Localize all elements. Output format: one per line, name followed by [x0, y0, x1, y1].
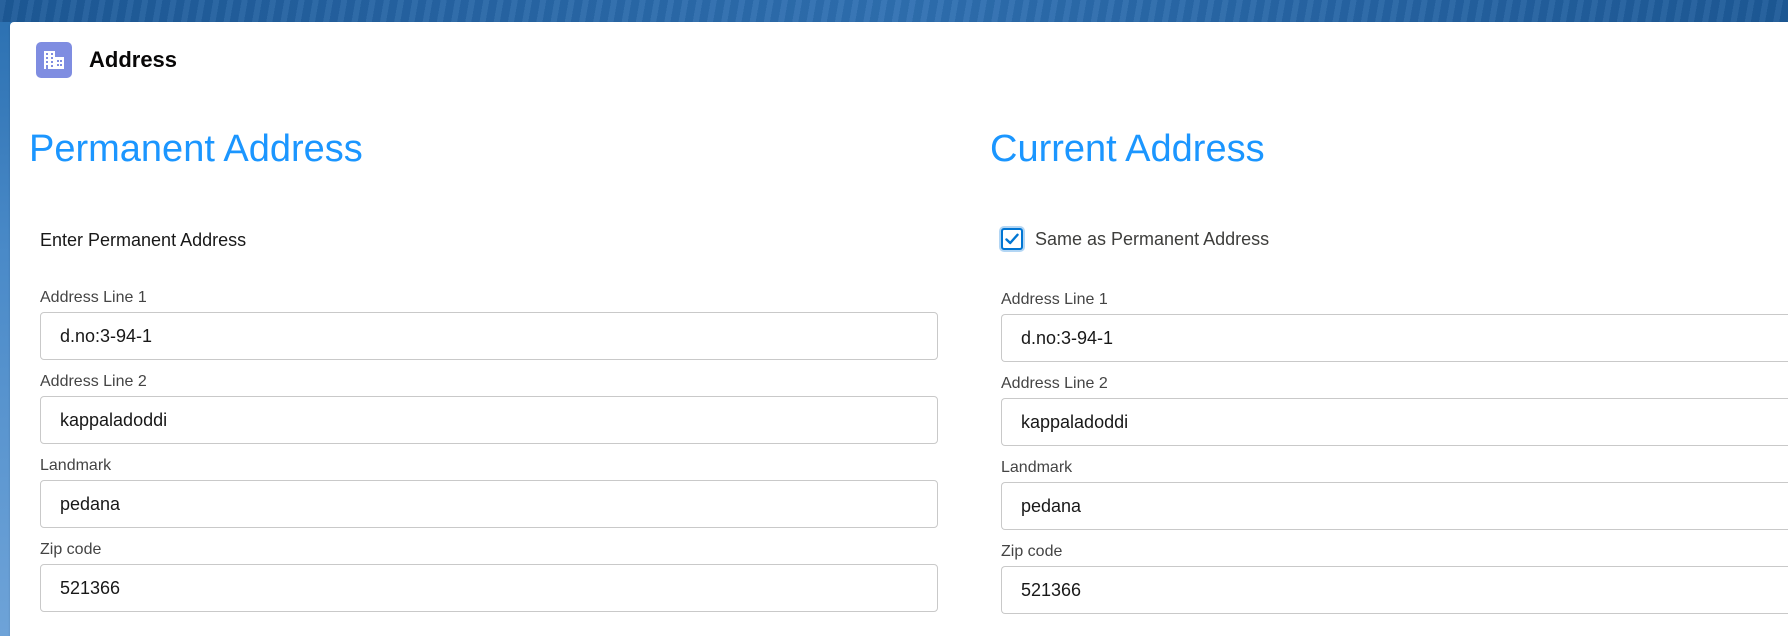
- current-zip-input[interactable]: [1001, 566, 1788, 614]
- field-label: Address Line 2: [1001, 375, 1108, 392]
- field-label: Landmark: [40, 457, 112, 474]
- permanent-landmark-field: Landmark: [40, 456, 938, 528]
- field-label: Zip code: [40, 541, 102, 558]
- permanent-address-line2-field: Address Line 2: [40, 372, 938, 444]
- same-as-permanent-row: Same as Permanent Address: [1001, 228, 1269, 250]
- field-label: Zip code: [1001, 543, 1063, 560]
- current-address-section: Current Address Same as Permanent Addres…: [990, 126, 1788, 614]
- card-header: Address: [36, 42, 177, 78]
- checkmark-icon: [1005, 233, 1019, 245]
- current-address-title: Current Address: [990, 128, 1265, 170]
- field-label: Address Line 1: [1001, 291, 1108, 308]
- permanent-address-intro: Enter Permanent Address: [40, 230, 247, 250]
- page-banner: [0, 0, 1788, 22]
- same-as-permanent-label[interactable]: Same as Permanent Address: [1035, 229, 1269, 250]
- permanent-zip-field: Zip code: [40, 540, 938, 612]
- current-zip-field: Zip code: [1001, 542, 1788, 614]
- permanent-address-line1-input[interactable]: [40, 312, 938, 360]
- field-label: Address Line 1: [40, 289, 147, 306]
- current-address-line2-field: Address Line 2: [1001, 374, 1788, 446]
- permanent-landmark-input[interactable]: [40, 480, 938, 528]
- same-as-permanent-checkbox[interactable]: [1001, 228, 1023, 250]
- field-label: Landmark: [1001, 459, 1073, 476]
- current-landmark-input[interactable]: [1001, 482, 1788, 530]
- field-label: Address Line 2: [40, 373, 147, 390]
- current-landmark-field: Landmark: [1001, 458, 1788, 530]
- current-address-line1-input[interactable]: [1001, 314, 1788, 362]
- building-icon: [36, 42, 72, 78]
- address-card: Address Permanent Address Enter Permanen…: [10, 22, 1788, 636]
- permanent-address-line1-field: Address Line 1: [40, 288, 938, 360]
- permanent-zip-input[interactable]: [40, 564, 938, 612]
- card-title: Address: [89, 47, 178, 72]
- permanent-address-title: Permanent Address: [29, 128, 363, 170]
- current-address-line2-input[interactable]: [1001, 398, 1788, 446]
- permanent-address-section: Permanent Address Enter Permanent Addres…: [29, 126, 947, 612]
- current-address-line1-field: Address Line 1: [1001, 290, 1788, 362]
- permanent-address-line2-input[interactable]: [40, 396, 938, 444]
